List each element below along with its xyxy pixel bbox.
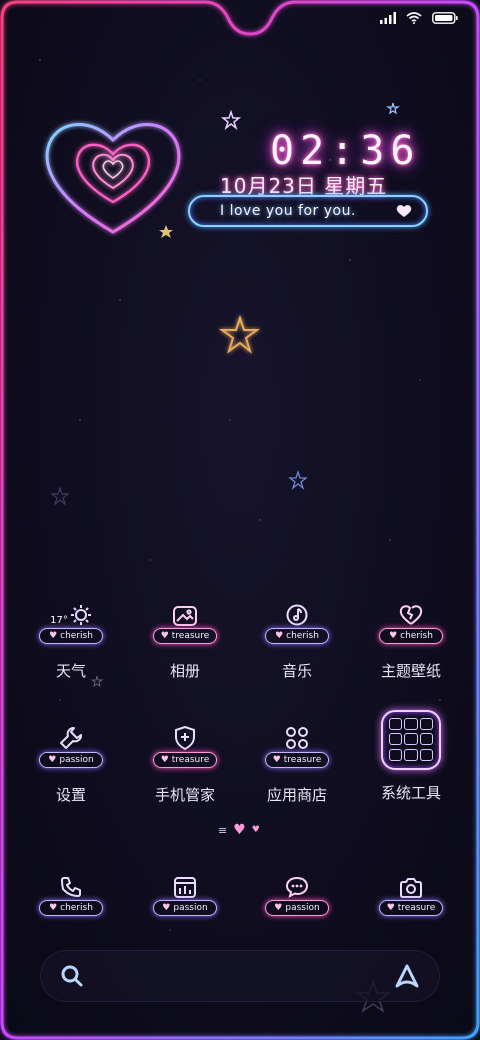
app-label: 音乐 <box>281 662 312 680</box>
app-label: 主题壁纸 <box>380 662 441 680</box>
folder-icon <box>381 710 441 770</box>
app-tag: ♥ passion <box>265 900 329 916</box>
app-tag: ♥ treasure <box>153 628 217 644</box>
neon-heart-icon[interactable] <box>38 110 188 240</box>
phone-icon <box>61 877 81 897</box>
heart-dot-icon: ♥ <box>251 825 260 835</box>
app-label: 相册 <box>169 662 200 680</box>
app-tag: ♥ cherish <box>39 628 103 644</box>
app-tag: ♥ treasure <box>379 900 443 916</box>
status-bar <box>380 12 458 24</box>
menu-lines-icon: ≡ <box>218 823 228 837</box>
dock-camera[interactable]: ♥ treasure <box>356 870 466 916</box>
quote-bubble: I love you for you. <box>188 195 428 227</box>
message-icon <box>285 876 309 898</box>
app-tag: ♥ cherish <box>39 900 103 916</box>
star-icon <box>218 314 261 354</box>
battery-icon <box>432 12 458 24</box>
sun-icon <box>70 605 91 625</box>
broken-heart-icon <box>399 605 423 625</box>
heart-dot-active-icon: ♥ <box>233 822 246 838</box>
app-tag: ♥ treasure <box>153 752 217 768</box>
app-music[interactable]: ♥ cherish 音乐 <box>242 598 352 681</box>
clock-time[interactable]: 02:36 <box>270 128 420 174</box>
assistant-icon[interactable] <box>394 963 420 989</box>
app-tag: ♥ cherish <box>379 628 443 644</box>
app-gallery[interactable]: ♥ treasure 相册 <box>130 598 240 681</box>
image-icon <box>173 606 197 626</box>
app-settings[interactable]: ♥ passion 设置 <box>16 722 126 805</box>
app-grid-icon <box>286 727 308 749</box>
app-label: 系统工具 <box>380 784 441 802</box>
wrench-icon <box>60 727 82 749</box>
wifi-icon <box>406 12 422 24</box>
shield-plus-icon <box>175 726 195 750</box>
signal-icon <box>380 12 396 24</box>
quote-text: I love you for you. <box>220 203 356 219</box>
dock-calendar[interactable]: ♥ passion <box>130 870 240 916</box>
app-tag: ♥ treasure <box>265 752 329 768</box>
app-tag: ♥ passion <box>39 752 103 768</box>
app-label: 设置 <box>55 786 86 804</box>
app-label: 手机管家 <box>154 786 215 804</box>
app-weather[interactable]: 17° ♥ cherish 天气 <box>16 598 126 681</box>
heart-icon <box>396 205 412 217</box>
search-icon[interactable] <box>60 964 84 988</box>
dock-phone[interactable]: ♥ cherish <box>16 870 126 916</box>
app-themes[interactable]: ♥ cherish 主题壁纸 <box>356 598 466 681</box>
app-tag: ♥ passion <box>153 900 217 916</box>
page-indicator[interactable]: ≡ ♥ ♥ <box>218 822 260 838</box>
calendar-chart-icon <box>174 877 196 898</box>
app-folder-system-tools[interactable]: 系统工具 <box>356 710 466 803</box>
app-label: 天气 <box>55 662 86 680</box>
app-store[interactable]: ♥ treasure 应用商店 <box>242 722 352 805</box>
home-screen: 02:36 10月23日 星期五 I love you for you. 17°… <box>0 0 480 1040</box>
search-bar[interactable] <box>40 950 440 1002</box>
dock-messages[interactable]: ♥ passion <box>242 870 352 916</box>
camera-icon <box>400 878 422 898</box>
weather-temp: 17° <box>50 615 68 626</box>
app-label: 应用商店 <box>266 786 327 804</box>
app-tag: ♥ cherish <box>265 628 329 644</box>
music-note-icon <box>286 604 308 626</box>
app-phone-manager[interactable]: ♥ treasure 手机管家 <box>130 722 240 805</box>
